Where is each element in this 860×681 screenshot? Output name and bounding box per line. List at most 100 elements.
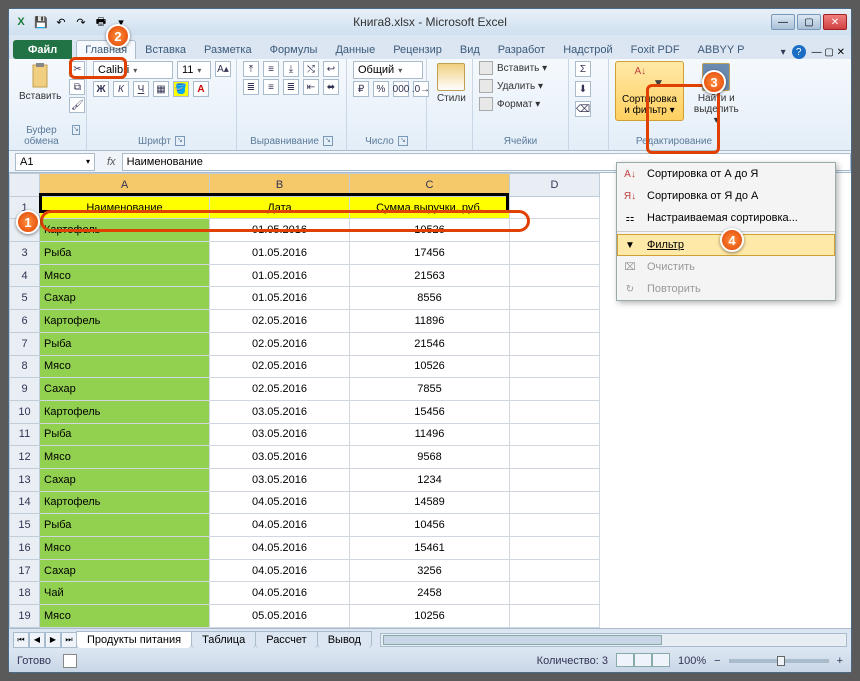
row-header[interactable]: 4 (10, 264, 40, 287)
save-icon[interactable]: 💾 (33, 14, 49, 30)
wrap-text-icon[interactable]: ↩ (323, 61, 339, 77)
row-header[interactable]: 10 (10, 400, 40, 423)
cell[interactable]: 21546 (350, 332, 510, 355)
cell[interactable]: 10526 (350, 219, 510, 242)
font-size-combo[interactable]: 11▾ (177, 61, 211, 79)
cell[interactable] (510, 514, 600, 537)
cell[interactable]: 03.05.2016 (210, 400, 350, 423)
autosum-icon[interactable]: Σ (575, 61, 591, 77)
name-box[interactable]: A1▾ (15, 153, 95, 171)
tab-layout[interactable]: Разметка (195, 40, 261, 59)
fill-icon[interactable]: ⬇ (575, 81, 591, 97)
cell[interactable] (510, 219, 600, 242)
row-header[interactable]: 13 (10, 468, 40, 491)
tab-review[interactable]: Рецензир (384, 40, 451, 59)
table-header-cell[interactable]: Наименование (40, 196, 210, 219)
col-header-c[interactable]: C (350, 174, 510, 197)
row-header[interactable]: 12 (10, 446, 40, 469)
cell[interactable]: 04.05.2016 (210, 582, 350, 605)
cell[interactable]: Рыба (40, 423, 210, 446)
tab-developer[interactable]: Разработ (489, 40, 554, 59)
row-header[interactable]: 15 (10, 514, 40, 537)
sheet-tab[interactable]: Продукты питания (76, 631, 192, 648)
minimize-button[interactable]: — (771, 14, 795, 30)
zoom-in-button[interactable]: + (837, 655, 843, 667)
cell[interactable]: 04.05.2016 (210, 514, 350, 537)
cell[interactable]: 2458 (350, 582, 510, 605)
row-header[interactable]: 19 (10, 605, 40, 628)
cell[interactable]: 15456 (350, 400, 510, 423)
cell[interactable]: Мясо (40, 446, 210, 469)
fx-icon[interactable]: fx (101, 156, 122, 168)
cell[interactable]: Мясо (40, 537, 210, 560)
col-header-a[interactable]: A (40, 174, 210, 197)
clear-icon[interactable]: ⌫ (575, 101, 591, 117)
cell[interactable]: 9568 (350, 446, 510, 469)
redo-icon[interactable]: ↷ (73, 14, 89, 30)
cells-insert-button[interactable]: Вставить ▾ (479, 61, 547, 75)
align-middle-icon[interactable]: ≡ (263, 61, 279, 77)
print-icon[interactable]: 🖶 (93, 14, 109, 30)
align-launcher[interactable]: ↘ (323, 136, 333, 146)
cell[interactable]: 02.05.2016 (210, 355, 350, 378)
cell[interactable]: 11896 (350, 310, 510, 333)
cell[interactable]: 01.05.2016 (210, 264, 350, 287)
cell[interactable]: Мясо (40, 355, 210, 378)
workbook-controls[interactable]: — ▢ ✕ (812, 47, 845, 58)
tab-foxit[interactable]: Foxit PDF (622, 40, 689, 59)
row-header[interactable]: 9 (10, 378, 40, 401)
maximize-button[interactable]: ▢ (797, 14, 821, 30)
cell[interactable]: 14589 (350, 491, 510, 514)
cell[interactable]: 04.05.2016 (210, 491, 350, 514)
cell[interactable]: 03.05.2016 (210, 468, 350, 491)
menu-custom-sort[interactable]: ⚏Настраиваемая сортировка... (617, 207, 835, 229)
underline-icon[interactable]: Ч (133, 81, 149, 97)
row-header[interactable]: 3 (10, 242, 40, 265)
cell[interactable] (510, 264, 600, 287)
undo-icon[interactable]: ↶ (53, 14, 69, 30)
cell[interactable]: 3256 (350, 559, 510, 582)
cell[interactable] (510, 582, 600, 605)
cell[interactable]: Картофель (40, 491, 210, 514)
cell[interactable]: 10256 (350, 605, 510, 628)
font-name-combo[interactable]: Calibri▾ (93, 61, 173, 79)
cells-delete-button[interactable]: Удалить ▾ (479, 79, 543, 93)
cell[interactable] (510, 310, 600, 333)
cell[interactable]: 01.05.2016 (210, 242, 350, 265)
tab-data[interactable]: Данные (326, 40, 384, 59)
number-launcher[interactable]: ↘ (398, 136, 408, 146)
view-buttons[interactable] (616, 653, 670, 670)
sheet-tab[interactable]: Вывод (317, 631, 372, 648)
cell[interactable]: 03.05.2016 (210, 423, 350, 446)
cell[interactable] (510, 196, 600, 219)
cell[interactable]: Чай (40, 582, 210, 605)
comma-icon[interactable]: 000 (393, 81, 409, 97)
close-button[interactable]: ✕ (823, 14, 847, 30)
cell[interactable] (510, 355, 600, 378)
cell[interactable] (510, 287, 600, 310)
cell[interactable]: Картофель (40, 400, 210, 423)
tab-formulas[interactable]: Формулы (261, 40, 327, 59)
cell[interactable] (510, 242, 600, 265)
format-painter-icon[interactable]: 🖌 (69, 97, 85, 113)
align-right-icon[interactable]: ≣ (283, 79, 299, 95)
font-launcher[interactable]: ↘ (175, 136, 185, 146)
cell[interactable]: Мясо (40, 264, 210, 287)
cell[interactable] (510, 378, 600, 401)
row-header[interactable]: 17 (10, 559, 40, 582)
cell[interactable]: 10526 (350, 355, 510, 378)
row-header[interactable]: 18 (10, 582, 40, 605)
cell[interactable]: 11496 (350, 423, 510, 446)
cell[interactable]: Мясо (40, 605, 210, 628)
cell[interactable] (510, 491, 600, 514)
cell[interactable]: Сахар (40, 378, 210, 401)
row-header[interactable]: 14 (10, 491, 40, 514)
row-header[interactable]: 8 (10, 355, 40, 378)
cell[interactable]: 21563 (350, 264, 510, 287)
orientation-icon[interactable]: ⤭ (303, 61, 319, 77)
table-header-cell[interactable]: Дата (210, 196, 350, 219)
row-header[interactable]: 11 (10, 423, 40, 446)
cell[interactable]: 1234 (350, 468, 510, 491)
cell[interactable] (510, 537, 600, 560)
cell[interactable]: 10456 (350, 514, 510, 537)
